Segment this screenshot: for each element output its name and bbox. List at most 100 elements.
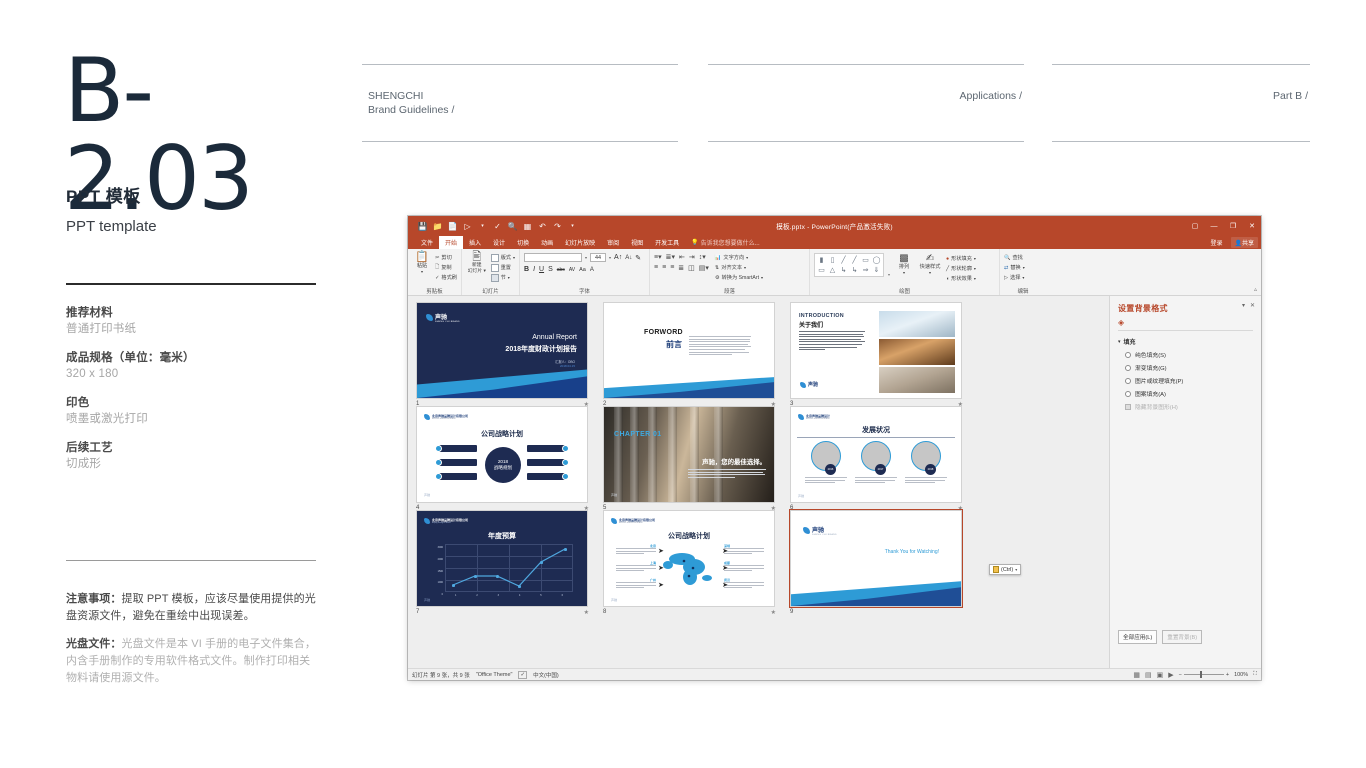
underline-button[interactable]: U: [539, 266, 544, 273]
format-pane-controls[interactable]: ▾ ✕: [1242, 302, 1255, 309]
chevron-down-icon[interactable]: ▾: [1023, 265, 1025, 270]
chevron-down-icon[interactable]: ▾: [746, 255, 748, 260]
tab-review[interactable]: 审阅: [601, 236, 625, 249]
clear-formatting-icon[interactable]: ✎: [635, 254, 641, 262]
reset-background-button[interactable]: 重置背景(B): [1162, 630, 1203, 644]
expand-triangle-icon[interactable]: ▾: [1118, 339, 1121, 345]
slide-item-1[interactable]: 声驰 SHENG CHI BRAND Annual Report 2018年度财…: [416, 302, 594, 408]
slide-thumbnail[interactable]: 声驰 SHENG CHI BRAND Annual Report 2018年度财…: [416, 302, 588, 399]
slide-item-3[interactable]: INTRODUCTION 关于我们 声驰 3 ★: [790, 302, 968, 408]
slide-sorter-view-icon[interactable]: ▤: [1145, 671, 1152, 679]
fill-option-pattern[interactable]: 图案填充(A): [1118, 389, 1253, 398]
character-spacing-button[interactable]: AV: [569, 267, 575, 273]
new-slide-button[interactable]: 🖹 新建 幻灯片 ▾: [466, 251, 488, 275]
zoom-in-icon[interactable]: +: [1226, 672, 1229, 678]
minimize-icon[interactable]: —: [1209, 223, 1219, 230]
fill-section-header[interactable]: ▾ 填充: [1118, 337, 1253, 347]
slide-item-5[interactable]: CHAPTER 01 声驰，您的最佳选择。 声驰 5 ★: [603, 406, 781, 512]
ribbon[interactable]: 📋 粘贴 ▾ ✂ 剪切 🗋 复制 ✓ 格式刷 剪贴板 🖹 新建 幻灯片 ▾ 版式…: [408, 249, 1261, 296]
shape-down-arrow-icon[interactable]: ⇓: [871, 265, 882, 275]
zoom-slider[interactable]: − +: [1179, 671, 1229, 678]
radio-icon[interactable]: [1125, 364, 1131, 371]
tab-view[interactable]: 视图: [625, 236, 649, 249]
numbering-icon[interactable]: ≣▾: [666, 253, 675, 261]
slide-transition-icon[interactable]: ★: [584, 609, 589, 616]
zoom-knob[interactable]: [1199, 671, 1202, 678]
quick-styles-button[interactable]: ✍ 快速样式 ▾: [918, 253, 942, 276]
collapse-ribbon-icon[interactable]: ▵: [1254, 286, 1257, 293]
layout-button[interactable]: 版式 ▾: [490, 253, 515, 262]
font-size-input[interactable]: 44: [590, 253, 607, 262]
account-area[interactable]: 登录 👤共享: [1210, 236, 1258, 249]
change-case-button[interactable]: Aa: [579, 267, 586, 273]
slide-thumbnail[interactable]: 北京声驰品牌设计 BEIJING SHENGCHI BRAND 发展状况 201…: [790, 406, 962, 503]
chevron-down-icon[interactable]: ▾: [585, 255, 587, 260]
shape-arrow-icon[interactable]: ╱: [849, 255, 860, 265]
spell-status-icon[interactable]: ✓: [518, 670, 528, 679]
shapes-more-icon[interactable]: ▾: [888, 272, 890, 277]
decrease-font-size-icon[interactable]: A↓: [625, 255, 632, 261]
status-right-group[interactable]: ▦ ▤ ▣ ▶ − + 100% ⛶: [1133, 671, 1257, 679]
find-button[interactable]: 🔍 查找: [1004, 253, 1025, 262]
zoom-track[interactable]: [1183, 671, 1224, 678]
font-color-button[interactable]: A: [590, 267, 594, 273]
slide-item-4[interactable]: 北京声驰品牌设计有限公司 BEIJING SHENGCHI BRAND 公司战略…: [416, 406, 594, 512]
cut-button[interactable]: ✂ 剪切: [435, 253, 457, 262]
powerpoint-window[interactable]: 💾 📁 📄 ▷ ▾ ✓ 🔍 ▦ ↶ ↷ ▾ 模板.pptx - PowerPoi…: [408, 216, 1261, 680]
shape-rectangle-icon[interactable]: ▭: [860, 255, 871, 265]
slide-item-9[interactable]: 声驰 SHENG CHI BRAND Thank You for Watchin…: [789, 509, 968, 615]
align-center-icon[interactable]: ≡: [662, 264, 666, 272]
align-text-button[interactable]: ⇅ 对齐文本 ▾: [715, 263, 763, 272]
shape-triangle-icon[interactable]: △: [827, 265, 838, 275]
tab-animations[interactable]: 动画: [535, 236, 559, 249]
slide-thumbnail[interactable]: 声驰 SHENG CHI BRAND Thank You for Watchin…: [789, 509, 963, 608]
shape-effects-button[interactable]: ◖ 形状效果 ▾: [946, 274, 976, 283]
copy-button[interactable]: 🗋 复制: [435, 263, 457, 272]
decrease-indent-icon[interactable]: ⇤: [679, 253, 685, 261]
line-spacing-icon[interactable]: ↕▾: [699, 253, 706, 261]
slide-item-8[interactable]: 北京声驰品牌设计有限公司 BEIJING SHENGCHI BRAND 公司战略…: [603, 510, 781, 616]
tab-slideshow[interactable]: 幻灯片放映: [559, 236, 601, 249]
text-direction-2-icon[interactable]: ▤▾: [699, 264, 709, 272]
chevron-down-icon[interactable]: ▾: [1242, 302, 1245, 309]
slide-thumbnail[interactable]: FORWORD 前言: [603, 302, 775, 399]
slide-thumbnail[interactable]: 北京声驰品牌设计有限公司 Beijing Shengchi Brand 年度预算: [416, 510, 588, 607]
close-icon[interactable]: ✕: [1250, 302, 1255, 309]
slide-thumbnail[interactable]: CHAPTER 01 声驰，您的最佳选择。 声驰: [603, 406, 775, 503]
close-icon[interactable]: ✕: [1247, 222, 1257, 230]
restore-icon[interactable]: ❐: [1228, 222, 1238, 230]
ribbon-tabs[interactable]: 文件 开始 插入 设计 切换 动画 幻灯片放映 审阅 视图 开发工具 💡 告诉我…: [408, 236, 1261, 249]
chevron-down-icon[interactable]: ▾: [929, 270, 931, 276]
select-button[interactable]: ▷ 选择 ▾: [1004, 273, 1025, 282]
chevron-down-icon[interactable]: ▾: [508, 275, 510, 280]
slide-transition-icon[interactable]: ★: [771, 609, 776, 616]
italic-button[interactable]: I: [533, 266, 535, 273]
slide-thumbnail[interactable]: 北京声驰品牌设计有限公司 BEIJING SHENGCHI BRAND 公司战略…: [416, 406, 588, 503]
bold-button[interactable]: B: [524, 266, 529, 273]
arrange-button[interactable]: ▩ 排列 ▾: [894, 253, 914, 276]
slide-thumbnail[interactable]: 北京声驰品牌设计有限公司 BEIJING SHENGCHI BRAND 公司战略…: [603, 510, 775, 607]
ribbon-display-options-icon[interactable]: ▢: [1190, 222, 1200, 230]
chevron-down-icon[interactable]: ▾: [761, 275, 763, 280]
chevron-down-icon[interactable]: ▾: [421, 269, 423, 275]
chevron-down-icon[interactable]: ▾: [974, 276, 976, 281]
bullets-icon[interactable]: ≡▾: [654, 253, 662, 261]
font-family-input[interactable]: [524, 253, 582, 262]
fill-option-gradient[interactable]: 渐变填充(G): [1118, 363, 1253, 372]
tell-me-box[interactable]: 💡 告诉我您想要做什么...: [685, 236, 760, 249]
columns-icon[interactable]: ◫: [688, 264, 695, 272]
shadow-button[interactable]: S: [548, 266, 553, 273]
chevron-down-icon[interactable]: ▾: [903, 270, 905, 276]
tab-design[interactable]: 设计: [487, 236, 511, 249]
justify-icon[interactable]: ≣: [678, 264, 684, 272]
fill-option-picture-texture[interactable]: 图片或纹理填充(P): [1118, 376, 1253, 385]
tab-transitions[interactable]: 切换: [511, 236, 535, 249]
reading-view-icon[interactable]: ▣: [1157, 671, 1164, 679]
shape-connector-icon[interactable]: ↳: [849, 265, 860, 275]
shape-fill-button[interactable]: ● 形状填充 ▾: [946, 254, 976, 263]
tab-insert[interactable]: 插入: [463, 236, 487, 249]
slide-item-6[interactable]: 北京声驰品牌设计 BEIJING SHENGCHI BRAND 发展状况 201…: [790, 406, 968, 512]
text-direction-button[interactable]: 📊 文字方向 ▾: [715, 253, 763, 262]
tab-developer[interactable]: 开发工具: [649, 236, 685, 249]
slide-item-2[interactable]: FORWORD 前言 2 ★: [603, 302, 781, 408]
